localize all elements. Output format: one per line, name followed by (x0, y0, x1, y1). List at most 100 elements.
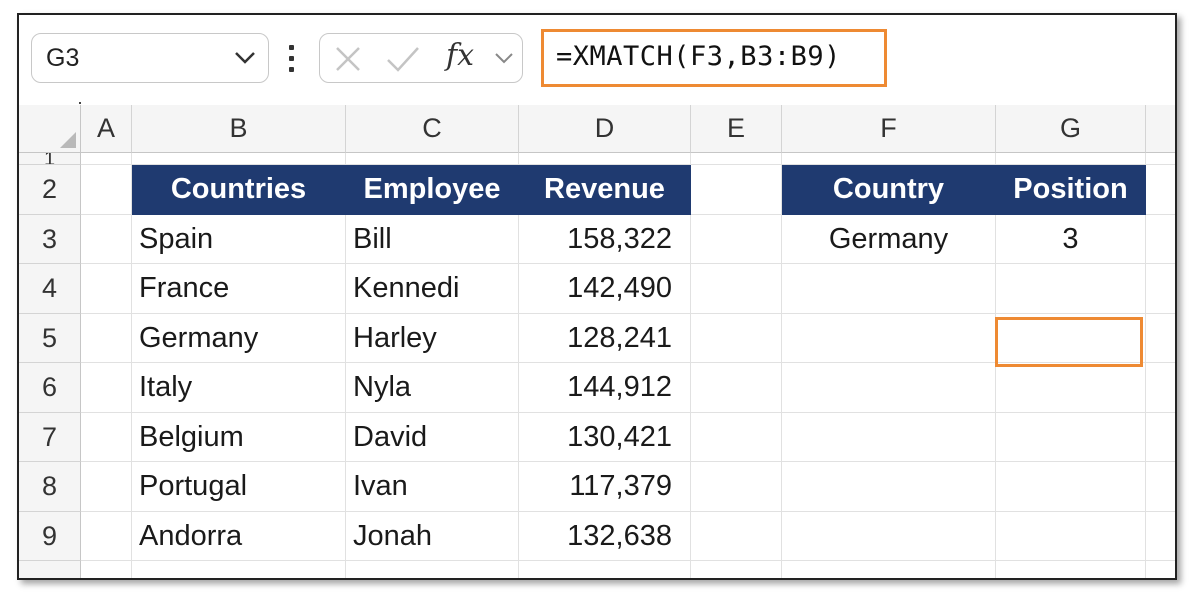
column-header-g[interactable]: G (996, 105, 1146, 153)
cell-h5[interactable] (1146, 314, 1175, 363)
cell-f4[interactable] (782, 264, 996, 314)
row-header-1[interactable]: 1 (19, 153, 81, 165)
cell-h7[interactable] (1146, 413, 1175, 462)
cell-c1[interactable] (346, 153, 519, 165)
row-header-6[interactable]: 6 (19, 363, 81, 413)
cell-a6[interactable] (81, 363, 132, 413)
select-all-button[interactable] (19, 105, 81, 153)
cell-c4[interactable]: Kennedi (346, 264, 519, 314)
cell-f1[interactable] (782, 153, 996, 165)
row-header-5[interactable]: 5 (19, 314, 81, 363)
cell-a1[interactable] (81, 153, 132, 165)
cell-a9[interactable] (81, 512, 132, 561)
cell-d10[interactable] (519, 561, 691, 578)
row-header-2[interactable]: 2 (19, 165, 81, 215)
cell-a8[interactable] (81, 462, 132, 512)
cell-g9[interactable] (996, 512, 1146, 561)
column-header-d[interactable]: D (519, 105, 691, 153)
cell-h3[interactable] (1146, 215, 1175, 264)
cell-c9[interactable]: Jonah (346, 512, 519, 561)
cell-e2[interactable] (691, 165, 782, 215)
cell-e6[interactable] (691, 363, 782, 413)
column-header-h[interactable] (1146, 105, 1175, 153)
row-header-9[interactable]: 9 (19, 512, 81, 561)
cell-d4[interactable]: 142,490 (519, 264, 691, 314)
cell-b10[interactable] (132, 561, 346, 578)
cell-d1[interactable] (519, 153, 691, 165)
cell-g4[interactable] (996, 264, 1146, 314)
cell-b9[interactable]: Andorra (132, 512, 346, 561)
cancel-icon[interactable] (334, 45, 362, 73)
cell-e4[interactable] (691, 264, 782, 314)
cell-a2[interactable] (81, 165, 132, 215)
lookup-country-value[interactable]: Germany (782, 215, 996, 264)
cell-c3[interactable]: Bill (346, 215, 519, 264)
lookup-position-value[interactable]: 3 (996, 215, 1146, 264)
cell-f10[interactable] (782, 561, 996, 578)
chevron-down-icon[interactable] (494, 52, 514, 64)
cell-d7[interactable]: 130,421 (519, 413, 691, 462)
cell-b8[interactable]: Portugal (132, 462, 346, 512)
cell-h9[interactable] (1146, 512, 1175, 561)
cell-h1[interactable] (1146, 153, 1175, 165)
more-options-icon[interactable] (289, 45, 297, 75)
row-header-7[interactable]: 7 (19, 413, 81, 462)
cell-b5[interactable]: Germany (132, 314, 346, 363)
table-header-countries[interactable]: Countries (132, 165, 346, 215)
cell-e3[interactable] (691, 215, 782, 264)
lookup-header-country[interactable]: Country (782, 165, 996, 215)
column-header-c[interactable]: C (346, 105, 519, 153)
cell-c5[interactable]: Harley (346, 314, 519, 363)
cell-g8[interactable] (996, 462, 1146, 512)
row-header-8[interactable]: 8 (19, 462, 81, 512)
check-icon[interactable] (386, 45, 420, 73)
cell-f5[interactable] (782, 314, 996, 363)
cell-b3[interactable]: Spain (132, 215, 346, 264)
cell-e7[interactable] (691, 413, 782, 462)
table-header-revenue[interactable]: Revenue (519, 165, 691, 215)
cell-d6[interactable]: 144,912 (519, 363, 691, 413)
cell-d3[interactable]: 158,322 (519, 215, 691, 264)
chevron-down-icon[interactable] (234, 51, 256, 65)
cell-a3[interactable] (81, 215, 132, 264)
cell-h10[interactable] (1146, 561, 1175, 578)
cell-g6[interactable] (996, 363, 1146, 413)
column-header-e[interactable]: E (691, 105, 782, 153)
column-header-a[interactable]: A (81, 105, 132, 153)
cell-a10[interactable] (81, 561, 132, 578)
cell-c8[interactable]: Ivan (346, 462, 519, 512)
cell-c7[interactable]: David (346, 413, 519, 462)
row-header-10[interactable] (19, 561, 81, 578)
column-header-b[interactable]: B (132, 105, 346, 153)
row-header-3[interactable]: 3 (19, 215, 81, 264)
cell-g1[interactable] (996, 153, 1146, 165)
cell-b1[interactable] (132, 153, 346, 165)
cell-b7[interactable]: Belgium (132, 413, 346, 462)
cell-e8[interactable] (691, 462, 782, 512)
cell-b6[interactable]: Italy (132, 363, 346, 413)
cell-f9[interactable] (782, 512, 996, 561)
cell-b4[interactable]: France (132, 264, 346, 314)
insert-function-icon[interactable]: fx (446, 38, 474, 73)
cell-h4[interactable] (1146, 264, 1175, 314)
cell-a7[interactable] (81, 413, 132, 462)
row-header-4[interactable]: 4 (19, 264, 81, 314)
cell-f7[interactable] (782, 413, 996, 462)
cell-e9[interactable] (691, 512, 782, 561)
cell-f6[interactable] (782, 363, 996, 413)
cell-c10[interactable] (346, 561, 519, 578)
cell-d5[interactable]: 128,241 (519, 314, 691, 363)
cell-g10[interactable] (996, 561, 1146, 578)
lookup-header-position[interactable]: Position (996, 165, 1146, 215)
cell-a4[interactable] (81, 264, 132, 314)
cell-e1[interactable] (691, 153, 782, 165)
cell-h2[interactable] (1146, 165, 1175, 215)
cell-h8[interactable] (1146, 462, 1175, 512)
cell-a5[interactable] (81, 314, 132, 363)
cell-c6[interactable]: Nyla (346, 363, 519, 413)
name-box[interactable]: G3 (31, 33, 269, 83)
cell-g7[interactable] (996, 413, 1146, 462)
table-header-employee[interactable]: Employee (346, 165, 519, 215)
cell-e10[interactable] (691, 561, 782, 578)
cell-d9[interactable]: 132,638 (519, 512, 691, 561)
